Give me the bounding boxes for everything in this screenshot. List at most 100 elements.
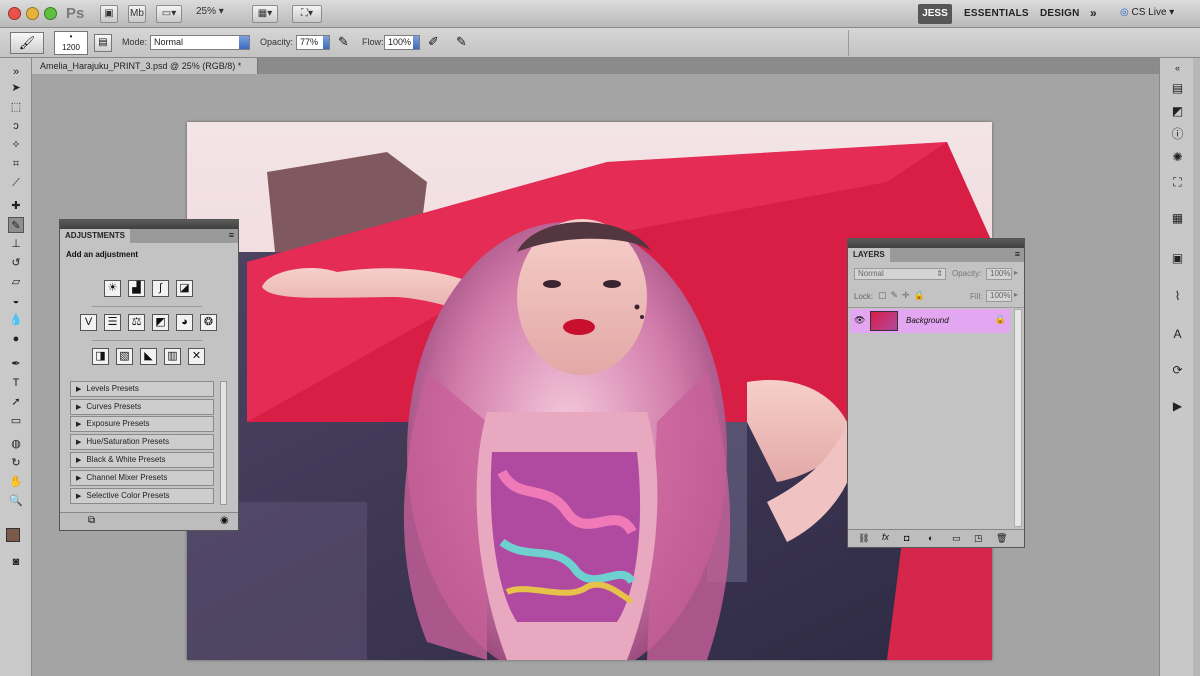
eye-icon[interactable]: 👁	[854, 315, 865, 326]
marquee-tool-icon[interactable]: ⬚	[8, 99, 24, 115]
document-tab[interactable]: Amelia_Harajuku_PRINT_3.psd @ 25% (RGB/8…	[32, 58, 258, 74]
hand-tool-icon[interactable]: ✋	[8, 474, 24, 490]
preset-levels[interactable]: ▶ Levels Presets	[70, 381, 214, 397]
crop-tool-icon[interactable]: ⌗	[8, 156, 24, 172]
brush-tool-icon[interactable]: ✎	[8, 217, 24, 233]
lock-icons[interactable]: ▢✎✛🔒	[878, 290, 929, 301]
threshold-icon[interactable]: ◣	[140, 348, 157, 365]
launch-bridge-icon[interactable]: ▣	[100, 5, 118, 23]
workspace-design-button[interactable]: DESIGN	[1040, 8, 1080, 19]
3d-rotate-tool-icon[interactable]: ◍	[8, 436, 24, 452]
link-layers-icon[interactable]: ⛓	[858, 533, 869, 544]
black-white-icon[interactable]: ◩	[152, 314, 169, 331]
eyedropper-tool-icon[interactable]: ⟋	[8, 175, 24, 191]
posterize-icon[interactable]: ▧	[116, 348, 133, 365]
brightness-contrast-icon[interactable]: ☀	[104, 280, 121, 297]
brush-panel-toggle-icon[interactable]: ▤	[94, 34, 112, 52]
delete-layer-icon[interactable]: 🗑	[996, 533, 1007, 544]
healing-brush-tool-icon[interactable]: ✚	[8, 198, 24, 214]
collapse-toolbox-icon[interactable]: »	[8, 64, 24, 80]
character-panel-icon[interactable]: A	[1169, 326, 1186, 343]
collapse-dock-icon[interactable]: «	[1169, 60, 1186, 77]
brush-preset-picker[interactable]: • 1200	[54, 31, 88, 55]
hue-saturation-icon[interactable]: ☰	[104, 314, 121, 331]
panel-menu-icon[interactable]: ≡	[1015, 249, 1020, 259]
blend-mode-select[interactable]: Normal ⇕	[854, 268, 946, 280]
opacity-pressure-icon[interactable]: ✎	[338, 34, 354, 51]
tool-preset-picker[interactable]: 🖌	[10, 32, 44, 54]
pen-tool-icon[interactable]: ✒	[8, 356, 24, 372]
layer-row-background[interactable]: 👁 Background 🔒	[850, 309, 1010, 333]
panel-menu-icon[interactable]: ≡	[229, 230, 234, 240]
new-adjustment-layer-icon[interactable]: ◐	[928, 533, 933, 543]
zoom-tool-icon[interactable]: 🔍	[8, 493, 24, 509]
invert-icon[interactable]: ◨	[92, 348, 109, 365]
levels-icon[interactable]: ▟	[128, 280, 145, 297]
actions-panel-icon[interactable]: ▣	[1169, 250, 1186, 267]
color-balance-icon[interactable]: ⚖	[128, 314, 145, 331]
brushes-panel-icon[interactable]: ⌇	[1169, 288, 1186, 305]
clone-source-panel-icon[interactable]: ⟳	[1169, 362, 1186, 379]
mode-select[interactable]: Normal	[150, 35, 250, 50]
shape-tool-icon[interactable]: ▭	[8, 413, 24, 429]
preset-hue-saturation[interactable]: ▶ Hue/Saturation Presets	[70, 434, 214, 450]
preset-black-white[interactable]: ▶ Black & White Presets	[70, 452, 214, 468]
new-group-icon[interactable]: ▭	[952, 533, 961, 544]
path-selection-tool-icon[interactable]: ➚	[8, 394, 24, 410]
flow-field[interactable]: 100%	[384, 35, 420, 50]
blur-tool-icon[interactable]: 💧	[8, 312, 24, 328]
paint-bucket-tool-icon[interactable]: ◒	[8, 293, 24, 309]
eraser-tool-icon[interactable]: ▱	[8, 274, 24, 290]
cs-live-menu[interactable]: ◎ CS Live ▾	[1120, 7, 1174, 18]
preset-exposure[interactable]: ▶ Exposure Presets	[70, 416, 214, 432]
size-pressure-icon[interactable]: ✎	[456, 34, 472, 51]
fill-field[interactable]: 100%	[986, 290, 1012, 302]
fill-arrow-icon[interactable]: ▸	[1014, 290, 1018, 299]
type-tool-icon[interactable]: T	[8, 375, 24, 391]
move-tool-icon[interactable]: ➤	[8, 80, 24, 96]
adjustments-panel-titlebar[interactable]	[60, 220, 238, 229]
photo-filter-icon[interactable]: ◕	[176, 314, 193, 331]
lasso-tool-icon[interactable]: ↄ	[8, 118, 24, 134]
color-panel-icon[interactable]: ✺	[1169, 149, 1186, 166]
layers-scrollbar[interactable]	[1014, 309, 1022, 527]
preset-selective-color[interactable]: ▶ Selective Color Presets	[70, 488, 214, 504]
workspace-jess-button[interactable]: JESS	[918, 4, 952, 24]
preset-curves[interactable]: ▶ Curves Presets	[70, 399, 214, 415]
clone-stamp-tool-icon[interactable]: ⊥	[8, 236, 24, 252]
vibrance-icon[interactable]: V	[80, 314, 97, 331]
layer-style-button[interactable]: fx	[882, 532, 889, 542]
minimize-window-button[interactable]	[26, 7, 39, 20]
presets-scrollbar[interactable]	[220, 381, 227, 505]
preset-channel-mixer[interactable]: ▶ Channel Mixer Presets	[70, 470, 214, 486]
layer-opacity-arrow-icon[interactable]: ▸	[1014, 268, 1018, 277]
gradient-map-icon[interactable]: ▥	[164, 348, 181, 365]
arrange-documents-icon[interactable]: ▦▾	[252, 5, 278, 23]
mini-bridge-button[interactable]: Mb	[128, 5, 146, 23]
add-mask-icon[interactable]: ◘	[904, 533, 909, 543]
tab-adjustments[interactable]: ADJUSTMENTS	[60, 229, 131, 243]
layer-opacity-field[interactable]: 100%	[986, 268, 1012, 280]
airbrush-icon[interactable]: ✐	[428, 34, 444, 51]
dodge-tool-icon[interactable]: ●	[8, 331, 24, 347]
presets-mode-icon[interactable]: ◉	[220, 515, 229, 526]
workspace-more-button[interactable]: »	[1090, 6, 1097, 20]
opacity-field[interactable]: 77%	[296, 35, 330, 50]
history-panel-icon[interactable]: ▦	[1169, 210, 1186, 227]
channel-mixer-icon[interactable]: ❂	[200, 314, 217, 331]
3d-orbit-tool-icon[interactable]: ↻	[8, 455, 24, 471]
tab-layers[interactable]: LAYERS	[848, 248, 890, 262]
foreground-color-swatch[interactable]	[6, 528, 20, 542]
masks-panel-icon[interactable]: ⛶	[1169, 174, 1186, 191]
workspace-essentials-button[interactable]: ESSENTIALS	[964, 8, 1029, 19]
layer-name[interactable]: Background	[906, 316, 949, 325]
screen-mode-icon[interactable]: ⛶▾	[292, 5, 322, 23]
clip-to-layer-icon[interactable]: ⧉	[88, 515, 95, 526]
quick-mask-icon[interactable]: ◙	[8, 554, 24, 570]
quick-selection-tool-icon[interactable]: ✧	[8, 137, 24, 153]
exposure-icon[interactable]: ◪	[176, 280, 193, 297]
curves-icon[interactable]: ∫	[152, 280, 169, 297]
zoom-level-select[interactable]: 25% ▾	[196, 6, 224, 17]
new-layer-icon[interactable]: ◳	[974, 533, 983, 544]
animation-panel-icon[interactable]: ▶	[1169, 398, 1186, 415]
